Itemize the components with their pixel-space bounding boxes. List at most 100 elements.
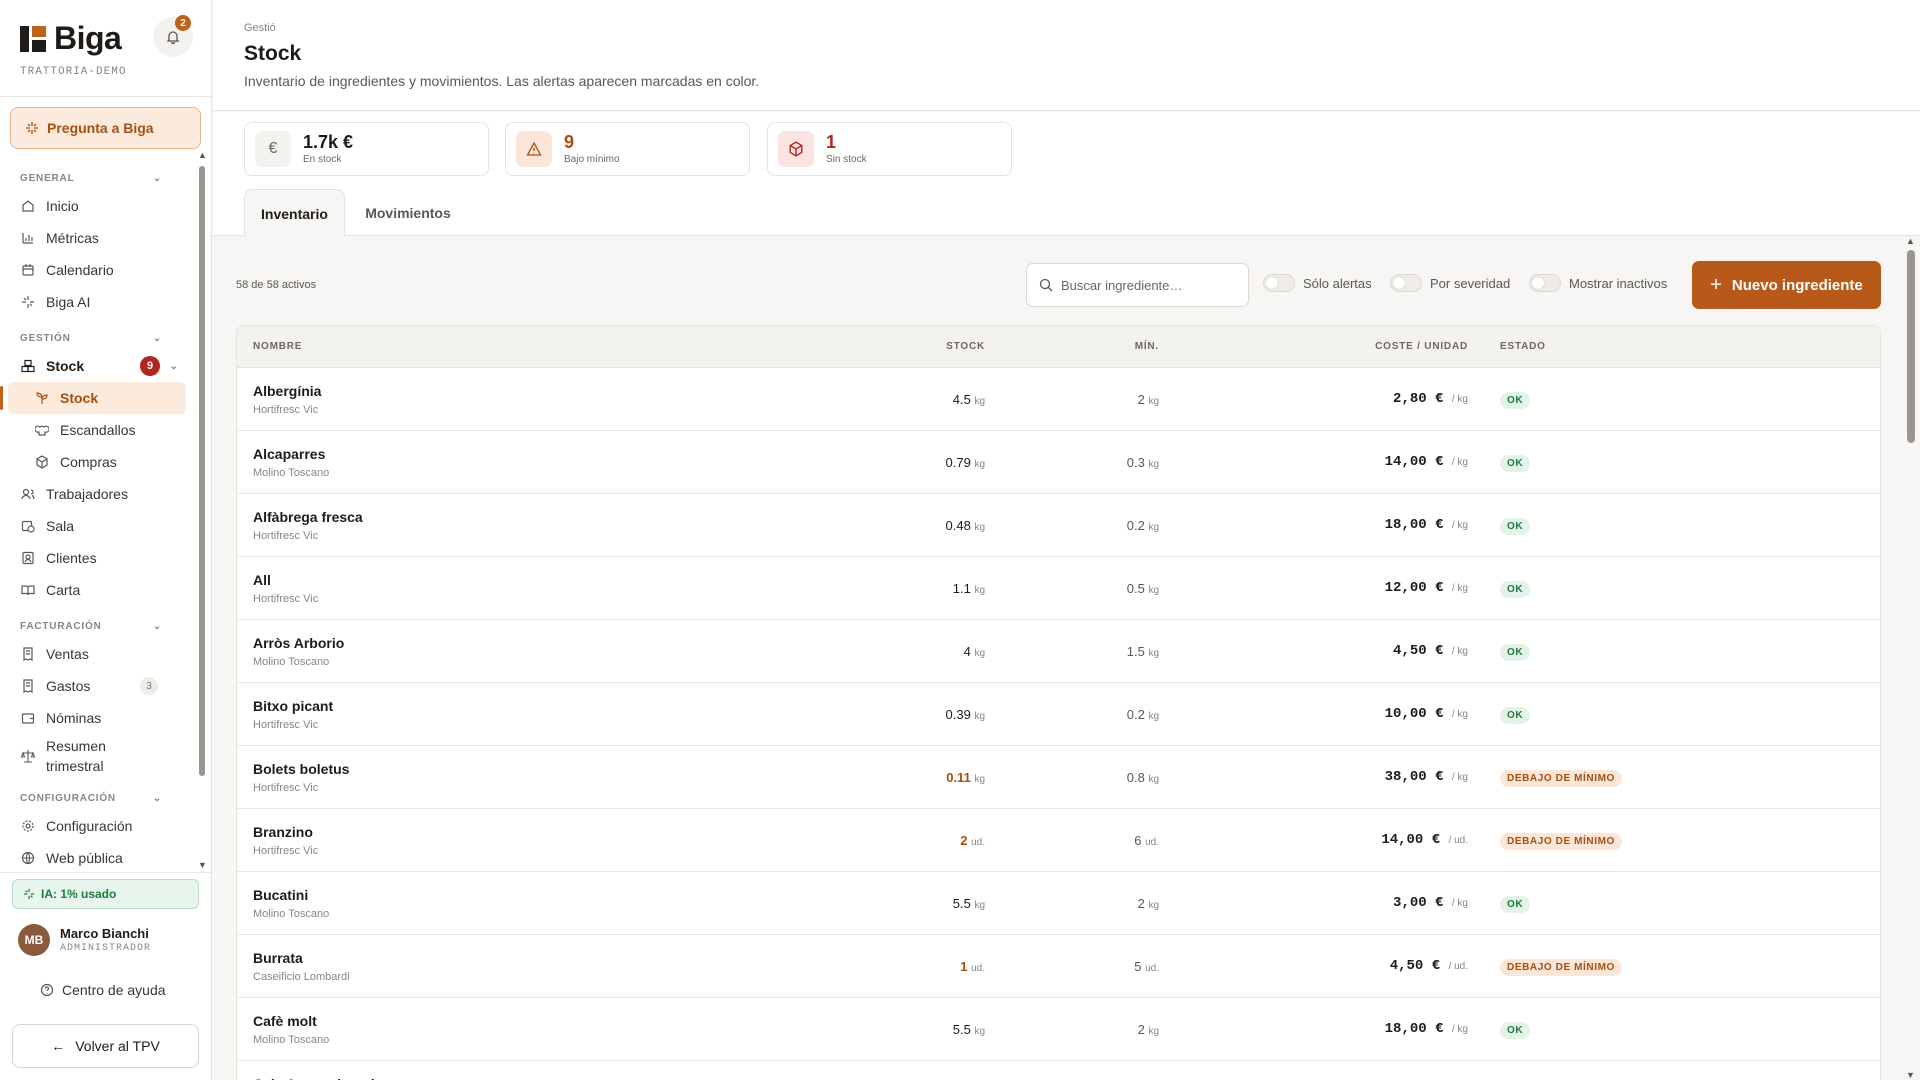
sidebar-item-stock[interactable]: Stock <box>0 382 186 414</box>
help-center-link[interactable]: Centro de ayuda <box>40 982 166 998</box>
scrollbar-thumb[interactable] <box>1907 250 1915 443</box>
status-cell: OK <box>1500 516 1531 535</box>
table-row[interactable]: Cafè molt Molino Toscano 5.5 kg 2 kg 18,00 €… <box>237 998 1880 1061</box>
notifications-button[interactable]: 2 <box>153 15 193 57</box>
scroll-up-icon[interactable]: ▲ <box>1906 236 1915 246</box>
table-row[interactable]: All Hortifresc Vic 1.1 kg 0.5 kg 12,00 € / k… <box>237 557 1880 620</box>
status-cell: OK <box>1500 705 1531 724</box>
table-row[interactable]: Alfàbrega fresca Hortifresc Vic 0.48 kg 0.2… <box>237 494 1880 557</box>
column-header-min[interactable]: MÍN. <box>1135 341 1159 352</box>
status-badge: DEBAJO DE MÍNIMO <box>1500 959 1622 976</box>
ask-biga-button[interactable]: Pregunta a Biga <box>10 107 201 149</box>
sidebar-item-gastos[interactable]: Gastos 3 <box>0 670 198 702</box>
sidebar-item-calendario[interactable]: Calendario <box>0 254 198 286</box>
sidebar-item-compras[interactable]: Compras <box>0 446 198 478</box>
ingredient-name: All <box>253 572 271 588</box>
brand[interactable]: Biga <box>20 20 122 57</box>
toggle-solo-alertas[interactable]: Sólo alertas <box>1263 274 1372 292</box>
kpi-label: Sin stock <box>826 154 867 165</box>
sidebar-item-trabajadores[interactable]: Trabajadores <box>0 478 198 510</box>
column-header-nombre[interactable]: NOMBRE <box>253 341 302 352</box>
chevron-down-icon: ⌄ <box>152 621 162 632</box>
table-row[interactable]: Bucatini Molino Toscano 5.5 kg 2 kg 3,00 € /… <box>237 872 1880 935</box>
receipt-icon <box>20 678 36 694</box>
status-cell: OK <box>1500 1020 1531 1039</box>
sidebar-scrollbar[interactable]: ▲ ▼ <box>198 150 207 870</box>
cost-value: 10,00 € <box>1384 706 1444 722</box>
home-icon <box>20 198 36 214</box>
table-row[interactable]: Alcaparres Molino Toscano 0.79 kg 0.3 kg 14,… <box>237 431 1880 494</box>
min-unit: ud. <box>1145 963 1159 974</box>
column-header-estado[interactable]: ESTADO <box>1500 341 1546 352</box>
sidebar-item-biga-ai[interactable]: Biga AI <box>0 286 198 318</box>
nav-section-general[interactable]: GENERAL ⌄ <box>0 158 198 190</box>
scroll-up-icon[interactable]: ▲ <box>198 150 207 160</box>
min-value: 2 <box>1137 896 1145 911</box>
sidebar-item-resumen-trimestral[interactable]: Resumen trimestral <box>0 734 198 778</box>
table-row[interactable]: Burrata Caseificio Lombardi 1 ud. 5 ud. 4,50… <box>237 935 1880 998</box>
search-input[interactable]: Buscar ingrediente… <box>1026 263 1249 307</box>
table-row[interactable]: Caja Agua mineral <box>237 1061 1880 1080</box>
table-row[interactable]: Bolets boletus Hortifresc Vic 0.11 kg 0.8 k… <box>237 746 1880 809</box>
stock-value: 1.1 <box>952 581 971 596</box>
user-profile[interactable]: MB Marco Bianchi ADMINISTRADOR <box>18 924 151 956</box>
min-cell: 0.2 kg <box>1127 707 1159 722</box>
toggle-switch[interactable] <box>1263 274 1295 292</box>
scrollbar-thumb[interactable] <box>199 166 205 776</box>
tab-movimientos[interactable]: Movimientos <box>353 189 463 237</box>
sidebar-item-ventas[interactable]: Ventas <box>0 638 198 670</box>
sidebar-item-web-publica[interactable]: Web pública <box>0 842 198 868</box>
scroll-down-icon[interactable]: ▼ <box>1906 1070 1915 1080</box>
status-badge: DEBAJO DE MÍNIMO <box>1500 770 1622 787</box>
cost-value: 4,50 € <box>1393 643 1444 659</box>
scroll-down-icon[interactable]: ▼ <box>198 860 207 870</box>
nav-section-gestion[interactable]: GESTIÓN ⌄ <box>0 318 198 350</box>
table-row[interactable]: Arròs Arborio Molino Toscano 4 kg 1.5 kg 4,5… <box>237 620 1880 683</box>
bar-chart-icon <box>20 230 36 246</box>
sidebar-item-sala[interactable]: Sala <box>0 510 198 542</box>
sidebar-item-escandallos[interactable]: Escandallos <box>0 414 198 446</box>
label-line: Resumen <box>46 737 106 754</box>
breadcrumb[interactable]: Gestió <box>244 22 276 34</box>
stock-cell: 1 ud. <box>960 959 985 974</box>
back-to-tpv-button[interactable]: ← Volver al TPV <box>12 1024 199 1068</box>
toggle-switch[interactable] <box>1529 274 1561 292</box>
main-scrollbar[interactable]: ▲ ▼ <box>1906 236 1916 1080</box>
stock-unit: kg <box>974 711 985 722</box>
sidebar-item-stock-group[interactable]: Stock 9 ⌄ <box>0 350 198 382</box>
min-unit: kg <box>1148 711 1159 722</box>
supplier-name: Hortifresc Vic <box>253 719 319 731</box>
nav-section-facturacion[interactable]: FACTURACIÓN ⌄ <box>0 606 198 638</box>
kpi-bajo-minimo: 9 Bajo mínimo <box>505 122 750 176</box>
cost-value: 4,50 € <box>1389 958 1441 974</box>
tab-inventario[interactable]: Inventario <box>244 189 345 237</box>
toggle-switch[interactable] <box>1390 274 1422 292</box>
sidebar-item-clientes[interactable]: Clientes <box>0 542 198 574</box>
cost-cell: 4,50 € / kg <box>1393 643 1468 659</box>
min-value: 0.5 <box>1126 581 1145 596</box>
min-value: 0.2 <box>1126 518 1145 533</box>
sidebar-item-configuracion[interactable]: Configuración <box>0 810 198 842</box>
toggle-por-severidad[interactable]: Por severidad <box>1390 274 1510 292</box>
sidebar-item-metricas[interactable]: Métricas <box>0 222 198 254</box>
nav-section-configuracion[interactable]: CONFIGURACIÓN ⌄ <box>0 778 198 810</box>
cost-unit: / kg <box>1451 394 1468 405</box>
cost-value: 38,00 € <box>1384 769 1444 785</box>
package-icon <box>34 454 50 470</box>
column-header-coste[interactable]: COSTE / UNIDAD <box>1375 341 1468 352</box>
sidebar-item-nominas[interactable]: Nóminas <box>0 702 198 734</box>
new-ingredient-button[interactable]: + Nuevo ingrediente <box>1692 261 1881 309</box>
sidebar-item-inicio[interactable]: Inicio <box>0 190 198 222</box>
sidebar-item-carta[interactable]: Carta <box>0 574 198 606</box>
table-row[interactable]: Branzino Hortifresc Vic 2 ud. 6 ud. 14,00 € … <box>237 809 1880 872</box>
table-row[interactable]: Albergínia Hortifresc Vic 4.5 kg 2 kg 2,80 €… <box>237 368 1880 431</box>
cost-cell: 14,00 € / kg <box>1385 454 1468 470</box>
column-header-stock[interactable]: STOCK <box>946 341 985 352</box>
table-row[interactable]: Bitxo picant Hortifresc Vic 0.39 kg 0.2 kg 1… <box>237 683 1880 746</box>
min-value: 1.5 <box>1126 644 1145 659</box>
stock-value: 0.48 <box>945 518 971 533</box>
toggle-mostrar-inactivos[interactable]: Mostrar inactivos <box>1529 274 1667 292</box>
page-subtitle: Inventario de ingredientes y movimientos… <box>244 73 760 89</box>
biga-logo <box>20 25 46 52</box>
ai-usage-badge[interactable]: IA: 1% usado <box>12 879 199 909</box>
